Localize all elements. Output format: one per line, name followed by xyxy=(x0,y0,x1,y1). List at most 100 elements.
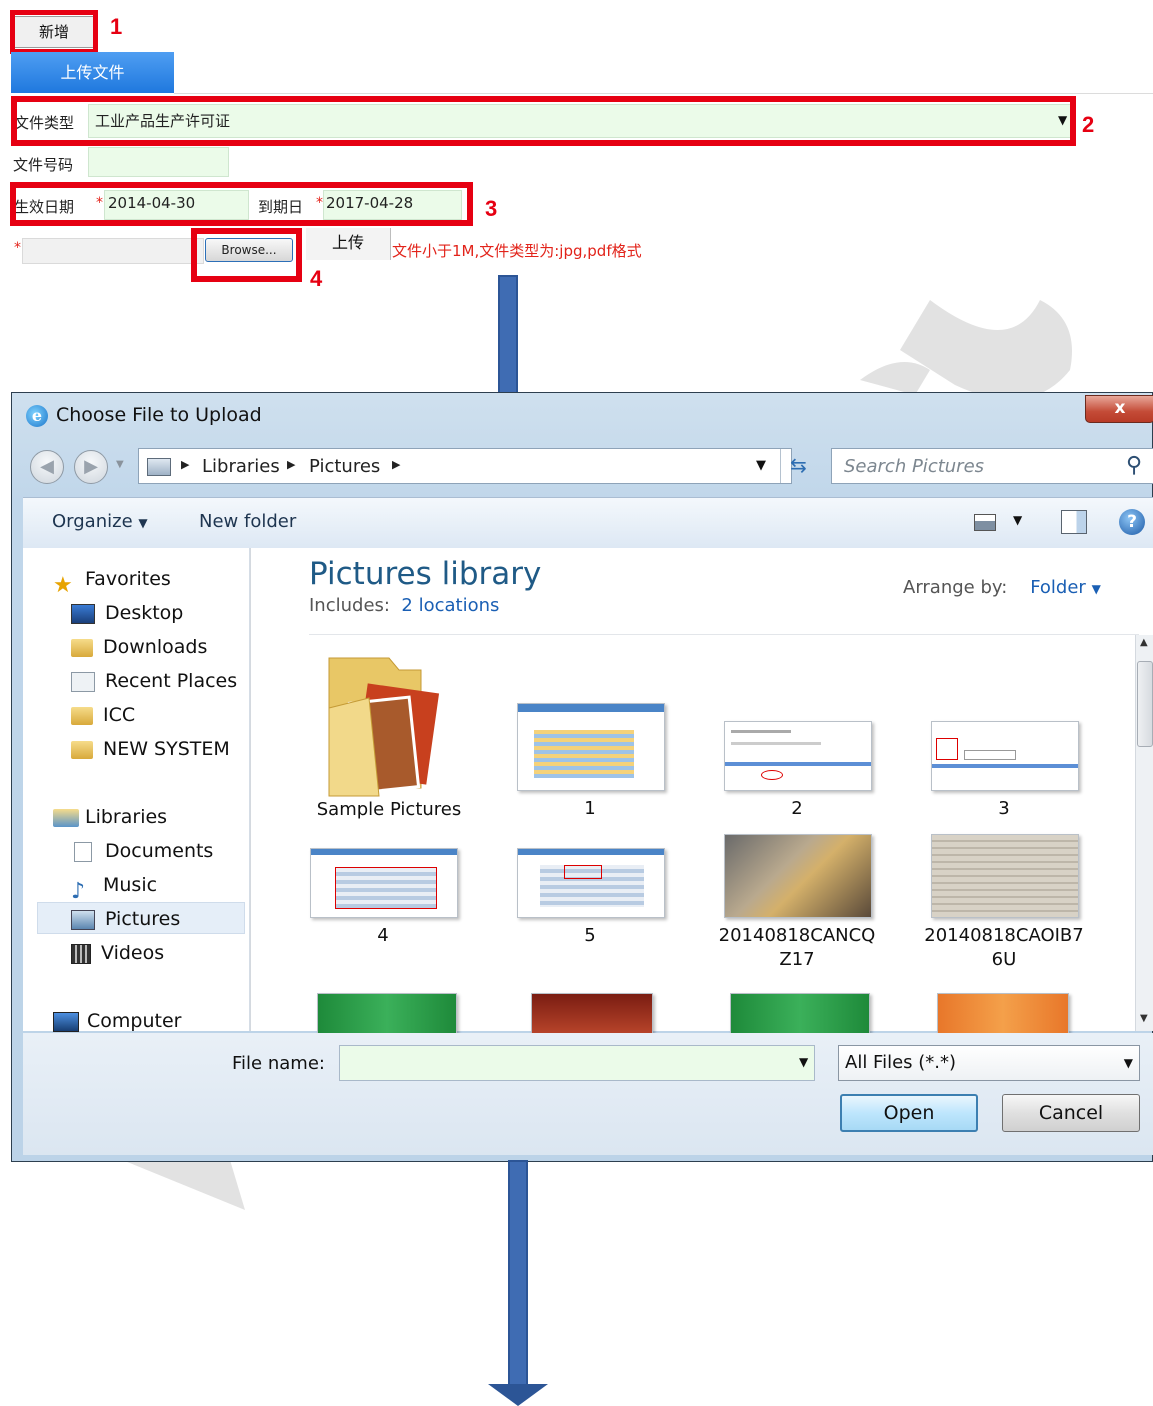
search-icon[interactable]: ⚲ xyxy=(1126,453,1142,478)
nav-item-documents[interactable]: Documents xyxy=(71,836,213,866)
file-name-dropdown-icon[interactable]: ▼ xyxy=(799,1055,808,1069)
thumbnail xyxy=(517,703,665,791)
cancel-button[interactable]: Cancel xyxy=(1002,1094,1140,1132)
dialog-footer: File name: ▼ All Files (*.*) ▼ Open Cance… xyxy=(23,1033,1153,1155)
forward-button[interactable]: ▶ xyxy=(74,450,108,484)
recent-places-icon xyxy=(71,671,95,692)
folder-icon xyxy=(328,657,440,797)
chevron-right-icon: ▶ xyxy=(181,458,190,471)
upload-button[interactable]: 上传 xyxy=(306,228,391,260)
nav-item-icc[interactable]: ICC xyxy=(71,700,135,730)
ie-icon: e xyxy=(26,405,48,427)
refresh-icon[interactable] xyxy=(780,449,781,483)
thumbnail[interactable] xyxy=(317,993,457,1035)
scroll-down-icon[interactable]: ▼ xyxy=(1140,1013,1148,1024)
file-item-2[interactable]: 2 xyxy=(724,721,874,831)
nav-item-downloads[interactable]: Downloads xyxy=(71,632,207,662)
flow-arrow-shaft xyxy=(498,275,518,397)
chevron-down-icon: ▼ xyxy=(1123,1056,1133,1070)
downloads-folder-icon xyxy=(71,638,93,657)
history-dropdown-icon[interactable]: ▼ xyxy=(116,459,124,470)
thumbnail[interactable] xyxy=(730,993,870,1035)
refresh-icon[interactable]: ⇆ xyxy=(790,453,807,477)
scroll-up-icon[interactable]: ▲ xyxy=(1140,637,1148,648)
callout-number-4: 4 xyxy=(310,266,323,291)
search-input[interactable]: Search Pictures ⚲ xyxy=(831,448,1153,484)
help-icon[interactable]: ? xyxy=(1119,509,1145,535)
library-title: Pictures library xyxy=(309,556,542,592)
file-list-pane: Pictures library Includes: 2 locations A… xyxy=(251,548,1153,1035)
flow-arrow-head xyxy=(488,1384,548,1406)
callout-box-2 xyxy=(11,96,1076,146)
nav-item-new-system-dc[interactable]: NEW SYSTEM DC xyxy=(71,734,235,764)
nav-item-computer[interactable]: Computer xyxy=(53,1006,181,1036)
thumbnail[interactable] xyxy=(937,993,1069,1035)
file-item-20140818cancqz17[interactable]: 20140818CANCQ Z17 xyxy=(719,834,884,984)
callout-box-3 xyxy=(10,182,473,226)
file-item-1[interactable]: 1 xyxy=(517,703,667,833)
tab-upload-file[interactable]: 上传文件 xyxy=(11,52,174,93)
thumbnail xyxy=(724,721,872,791)
address-bar[interactable]: ▶ Libraries ▶ Pictures ▶ ▼ ⇆ xyxy=(138,448,807,484)
organize-button[interactable]: Organize ▼ xyxy=(52,511,148,532)
doc-number-input[interactable] xyxy=(88,147,229,177)
locations-link[interactable]: 2 locations xyxy=(401,595,499,616)
callout-number-1: 1 xyxy=(110,14,123,39)
breadcrumb-libraries[interactable]: Libraries xyxy=(202,456,280,477)
chevron-down-icon: ▼ xyxy=(138,516,148,530)
form-divider xyxy=(174,93,1153,94)
file-item-4[interactable]: 4 xyxy=(310,848,460,958)
file-path-input[interactable] xyxy=(22,238,204,264)
chevron-right-icon: ▶ xyxy=(287,458,296,471)
thumbnail xyxy=(724,834,872,918)
callout-box-4 xyxy=(191,228,302,282)
file-type-select[interactable]: All Files (*.*) ▼ xyxy=(838,1045,1140,1081)
pictures-icon xyxy=(71,909,95,930)
back-button[interactable]: ◀ xyxy=(30,450,64,484)
close-button[interactable]: x xyxy=(1085,395,1153,423)
nav-item-videos[interactable]: Videos xyxy=(71,938,164,968)
doc-number-label: 文件号码 xyxy=(13,156,74,174)
new-folder-button[interactable]: New folder xyxy=(199,511,296,532)
address-dropdown-icon[interactable]: ▼ xyxy=(756,458,766,473)
star-icon: ★ xyxy=(53,572,73,598)
callout-box-1 xyxy=(10,10,98,54)
content-divider xyxy=(309,634,1139,635)
search-placeholder: Search Pictures xyxy=(844,456,985,477)
view-dropdown-icon[interactable]: ▼ xyxy=(1013,513,1022,527)
file-item-3[interactable]: 3 xyxy=(931,721,1081,831)
organize-label: Organize xyxy=(52,511,133,532)
file-item-5[interactable]: 5 xyxy=(517,848,667,958)
nav-item-pictures[interactable]: Pictures xyxy=(71,904,180,934)
libraries-header[interactable]: Libraries xyxy=(53,802,167,832)
nav-item-music[interactable]: ♪ Music xyxy=(71,870,157,904)
content-scrollbar-thumb[interactable] xyxy=(1137,661,1153,747)
libraries-icon xyxy=(53,808,79,827)
file-name: Sample Pictures xyxy=(316,799,462,820)
arrange-by-dropdown[interactable]: Folder ▼ xyxy=(1030,577,1101,598)
preview-pane-icon[interactable] xyxy=(1061,510,1087,534)
folder-icon xyxy=(71,706,93,725)
file-name: 1 xyxy=(584,798,596,819)
open-button[interactable]: Open xyxy=(840,1094,978,1132)
file-name-input[interactable] xyxy=(339,1045,815,1081)
file-name: 2 xyxy=(791,798,803,819)
music-icon: ♪ xyxy=(71,878,86,904)
file-name-label: File name: xyxy=(232,1053,325,1074)
chevron-down-icon: ▼ xyxy=(1091,582,1101,596)
content-scrollbar[interactable]: ▲ ▼ xyxy=(1135,635,1153,1031)
file-item-20140818caoib76u[interactable]: 20140818CAOIB7 6U xyxy=(924,834,1091,984)
breadcrumb-pictures[interactable]: Pictures xyxy=(309,456,380,477)
favorites-header[interactable]: ★ Favorites xyxy=(53,564,171,598)
arrange-by: Arrange by: Folder ▼ xyxy=(903,577,1101,598)
file-item-sample-pictures[interactable]: Sample Pictures xyxy=(309,648,469,828)
thumbnail xyxy=(517,848,665,918)
thumbnail[interactable] xyxy=(531,993,653,1035)
nav-item-desktop[interactable]: Desktop xyxy=(71,598,183,628)
view-icon[interactable] xyxy=(974,514,996,531)
file-name: 20140818CAOIB7 6U xyxy=(924,925,1084,970)
file-name: 20140818CANCQ Z17 xyxy=(718,925,876,970)
nav-item-recent-places[interactable]: Recent Places xyxy=(71,666,237,696)
library-includes: Includes: 2 locations xyxy=(309,595,500,616)
thumbnail xyxy=(931,721,1079,791)
